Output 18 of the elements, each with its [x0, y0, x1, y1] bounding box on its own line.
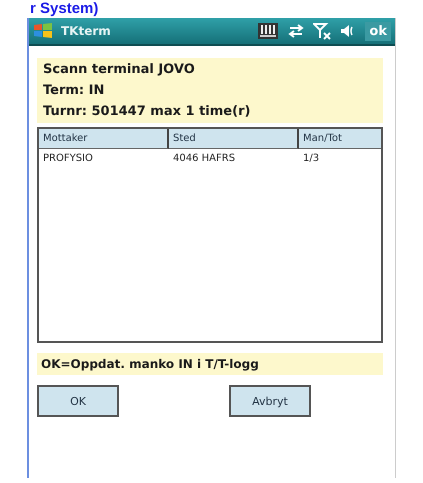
dialog-button[interactable]: Avbryt [229, 385, 311, 417]
app-title: TKterm [61, 24, 112, 38]
windows-logo-icon[interactable] [33, 22, 53, 40]
table-cell-text: PROFYSIO [42, 152, 94, 166]
dialog-button[interactable]: OK [37, 385, 119, 417]
hint-text: OK=Oppdat. manko IN i T/T-logg [37, 353, 383, 375]
info-line: Scann terminal JOVO [43, 62, 196, 77]
column-header[interactable]: Man/Tot [299, 129, 381, 149]
keyboard-icon[interactable] [257, 22, 280, 40]
info-line: Turnr: 501447 max 1 time(r) [43, 104, 252, 119]
column-header[interactable]: Mottaker [39, 129, 169, 149]
table-cell-text: 1/3 [302, 152, 320, 166]
column-header[interactable]: Sted [169, 129, 299, 149]
sync-arrows-icon[interactable] [287, 23, 306, 39]
table-cell-text: 4046 HAFRS [172, 152, 236, 166]
info-line: Term: IN [43, 83, 106, 98]
signal-off-icon[interactable] [313, 22, 332, 40]
page-heading: r System) [30, 0, 98, 18]
